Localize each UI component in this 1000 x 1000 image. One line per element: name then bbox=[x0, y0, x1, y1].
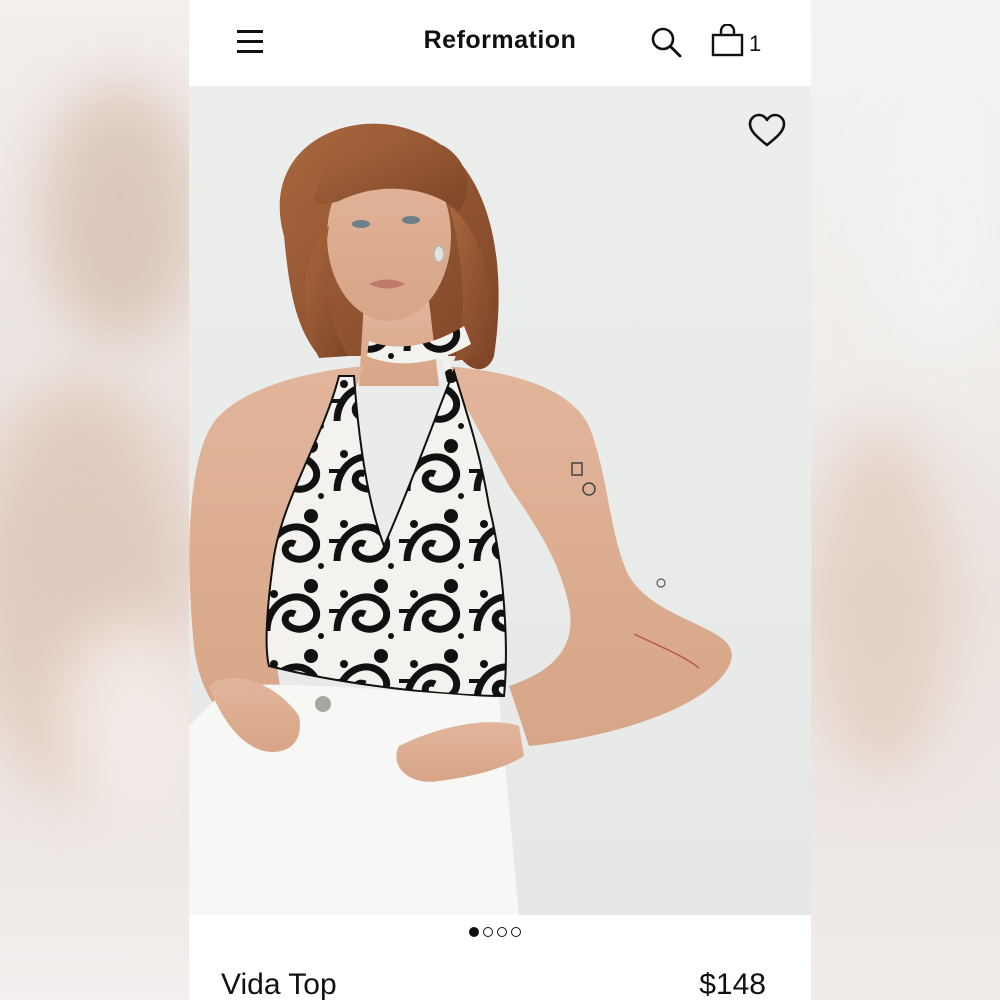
model-photo bbox=[189, 123, 732, 915]
search-icon[interactable] bbox=[648, 24, 684, 60]
carousel-indicator bbox=[469, 927, 521, 941]
blurred-right-margin bbox=[811, 0, 1000, 1000]
shopping-bag-icon bbox=[711, 24, 744, 57]
carousel-dot-3[interactable] bbox=[497, 927, 507, 937]
carousel-dot-4[interactable] bbox=[511, 927, 521, 937]
bag-item-count: 1 bbox=[749, 31, 762, 56]
wishlist-heart-icon[interactable] bbox=[747, 113, 791, 153]
product-name: Vida Top bbox=[221, 968, 337, 1000]
carousel-dot-1[interactable] bbox=[469, 927, 479, 937]
shopping-bag-button[interactable]: 1 bbox=[710, 24, 766, 60]
carousel-dot-2[interactable] bbox=[483, 927, 493, 937]
product-image[interactable] bbox=[189, 86, 811, 915]
product-page: Reformation 1 Vida Top $148 bbox=[189, 0, 811, 1000]
top-navigation-bar: Reformation 1 bbox=[189, 0, 811, 86]
product-price: $148 bbox=[699, 968, 766, 1000]
blurred-left-margin bbox=[0, 0, 189, 1000]
